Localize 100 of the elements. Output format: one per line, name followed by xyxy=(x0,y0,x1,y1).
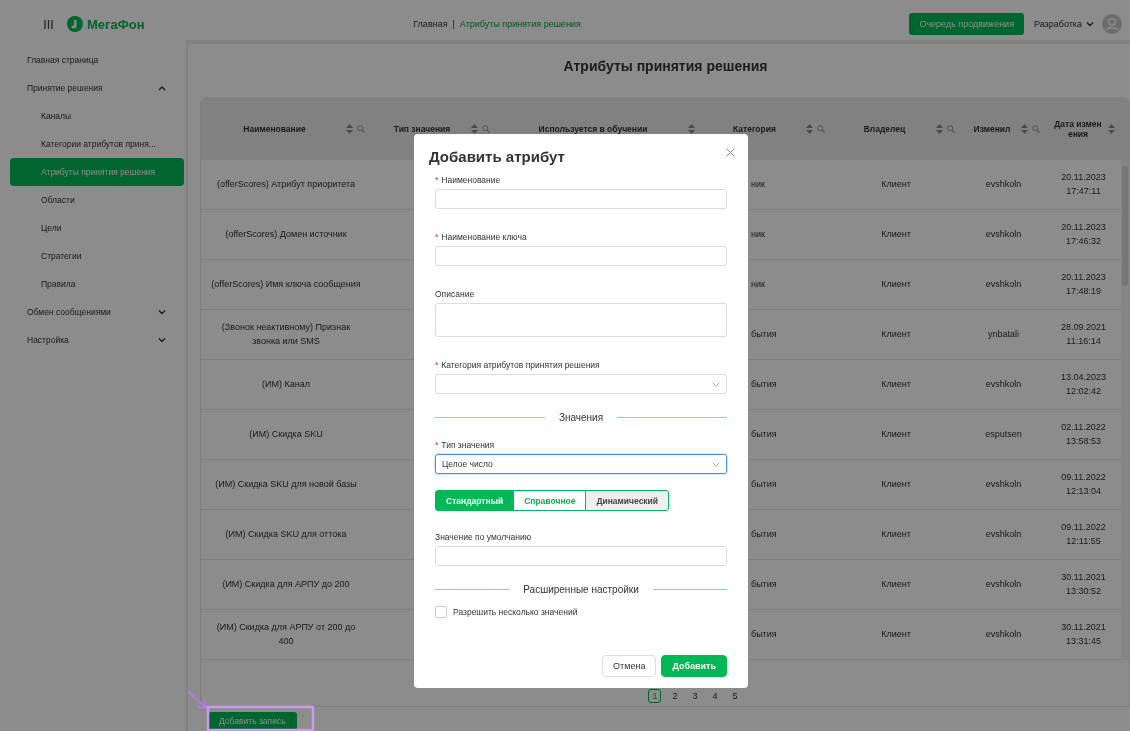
sidebar-item-label[interactable]: Настройка xyxy=(27,335,69,345)
avatar-icon[interactable] xyxy=(1102,14,1122,34)
table-cell-text: бытия xyxy=(750,377,778,391)
column-header: Наименование xyxy=(242,124,307,134)
environment-label[interactable]: Разработка xyxy=(1034,19,1082,29)
close-icon[interactable] xyxy=(726,148,735,157)
field-label: * Наименование ключа xyxy=(435,232,528,242)
table-cell-text: Клиент xyxy=(880,477,912,491)
table-cell-text: evshkoln xyxy=(984,277,1023,291)
table-cell-text: бытия xyxy=(750,577,778,591)
table-cell-text: бытия xyxy=(750,527,778,541)
checkbox-label[interactable]: Разрешить несколько значений xyxy=(453,607,578,617)
sidebar-item-label[interactable]: Обмен сообщениями xyxy=(27,307,111,317)
sort-icon[interactable] xyxy=(806,124,813,134)
input-field[interactable] xyxy=(435,546,727,566)
page-link[interactable]: 3 xyxy=(688,689,702,703)
column-header: Владелец xyxy=(862,124,907,134)
table-cell-text: бытия xyxy=(750,477,778,491)
table-cell-text: бытия xyxy=(750,427,778,441)
table-cell-text: ynbatali xyxy=(987,327,1020,341)
sidebar-item-label[interactable]: Категории атрибутов приня... xyxy=(41,139,156,149)
sort-icon[interactable] xyxy=(936,124,943,134)
table-cell-text: Клиент xyxy=(880,277,912,291)
sidebar-item-label[interactable]: Цели xyxy=(41,223,62,233)
field-label: * Наименование xyxy=(435,175,502,185)
table-cell-text: evshkoln xyxy=(984,177,1023,191)
sidebar-item-label[interactable]: Правила xyxy=(41,279,76,289)
table-cell-text: 09.11.2022 12:13:04 xyxy=(1060,470,1107,498)
select-field[interactable]: Целое число xyxy=(435,454,727,474)
table-cell-text: Клиент xyxy=(880,177,912,191)
brand-name: МегаФон xyxy=(87,16,145,32)
table-cell-text: ник xyxy=(750,277,766,291)
chevron-up-icon[interactable] xyxy=(158,85,166,91)
table-cell-text: бытия xyxy=(750,627,778,641)
table-cell-text: Клиент xyxy=(880,627,912,641)
input-field[interactable] xyxy=(435,189,727,209)
text-area[interactable] xyxy=(435,303,727,337)
page-link[interactable]: 5 xyxy=(728,689,742,703)
section-heading: Значения xyxy=(558,412,604,423)
sort-icon[interactable] xyxy=(1108,124,1115,134)
table-cell-text: evshkoln xyxy=(984,577,1023,591)
search-icon[interactable] xyxy=(817,125,825,133)
table-cell-text: evshkoln xyxy=(984,377,1023,391)
logo-icon xyxy=(67,16,83,32)
chevron-down-icon[interactable] xyxy=(158,337,166,343)
field-label: * Категория атрибутов принятия решения xyxy=(435,360,601,370)
page-link[interactable]: 4 xyxy=(708,689,722,703)
table-cell-text: 13.04.2023 12:02:42 xyxy=(1059,370,1107,398)
chevron-down-icon[interactable] xyxy=(158,309,166,315)
sidebar-item-label[interactable]: Главная страница xyxy=(27,55,99,65)
sort-icon[interactable] xyxy=(471,124,478,134)
table-cell-text: ник xyxy=(750,227,766,241)
table-cell-text: evshkoln xyxy=(984,227,1023,241)
search-icon[interactable] xyxy=(947,125,955,133)
chevron-down-icon xyxy=(712,461,720,467)
sidebar-item-label[interactable]: Принятие решения xyxy=(27,83,103,93)
table-cell-text: 20.11.2023 17:47:11 xyxy=(1060,170,1107,198)
cancel-button[interactable]: Отмена xyxy=(602,655,657,677)
column-header: Дата изменения xyxy=(1053,119,1103,139)
column-header: Изменил xyxy=(972,124,1012,134)
sort-icon[interactable] xyxy=(346,124,353,134)
sort-icon[interactable] xyxy=(1021,124,1028,134)
page-title: Атрибуты принятия решения xyxy=(562,57,769,76)
table-cell-text: (ИМ) Скидка для АРПУ от 200 до 400 xyxy=(215,620,357,648)
table-cell-text: бытия xyxy=(750,327,778,341)
dialog-title: Добавить атрибут xyxy=(429,148,566,165)
table-cell-text: 30.11.2021 13:30:52 xyxy=(1060,570,1107,598)
table-cell-text: 28.09.2021 11:16:14 xyxy=(1059,320,1107,348)
table-cell-text: Клиент xyxy=(880,227,912,241)
table-cell-text: 30.11.2021 13:31:45 xyxy=(1060,620,1107,648)
search-icon[interactable] xyxy=(1032,125,1040,133)
breadcrumb-separator: | xyxy=(452,19,455,29)
page-link[interactable]: 2 xyxy=(668,689,682,703)
search-icon[interactable] xyxy=(357,125,365,133)
table-cell-text: evshkoln xyxy=(984,477,1023,491)
table-cell-text: (offerScores) Атрибут приоритета xyxy=(215,177,357,191)
table-cell-text: 20.11.2023 17:48:19 xyxy=(1060,270,1107,298)
select-field[interactable] xyxy=(435,374,727,394)
table-cell-text: Клиент xyxy=(880,327,912,341)
table-cell-text: ник xyxy=(750,177,766,191)
menu-icon[interactable] xyxy=(44,19,53,29)
segment-button[interactable]: Справочное xyxy=(513,490,587,511)
table-cell-text: (ИМ) Канал xyxy=(261,377,311,391)
table-cell-text: Клиент xyxy=(880,427,912,441)
table-cell-text: evshkoln xyxy=(984,627,1023,641)
search-icon[interactable] xyxy=(482,125,490,133)
column-header: Категория xyxy=(732,124,777,134)
breadcrumb-link[interactable]: Главная xyxy=(413,19,448,29)
sidebar-item-label[interactable]: Области xyxy=(41,195,75,205)
table-cell-text: 02.11.2022 13:58:53 xyxy=(1060,420,1107,448)
checkbox[interactable] xyxy=(435,606,447,618)
chevron-down-icon[interactable] xyxy=(1086,21,1094,27)
table-cell-text: (offerScores) Домен источник xyxy=(224,227,348,241)
sort-icon[interactable] xyxy=(688,124,695,134)
breadcrumb-link[interactable]: Атрибуты принятия решения xyxy=(459,19,581,29)
sidebar-item-label[interactable]: Стратегии xyxy=(41,251,82,261)
sidebar-item-label[interactable]: Каналы xyxy=(41,111,72,121)
table-cell-text: Клиент xyxy=(880,377,912,391)
input-field[interactable] xyxy=(435,246,727,266)
table-cell-text: Клиент xyxy=(880,577,912,591)
